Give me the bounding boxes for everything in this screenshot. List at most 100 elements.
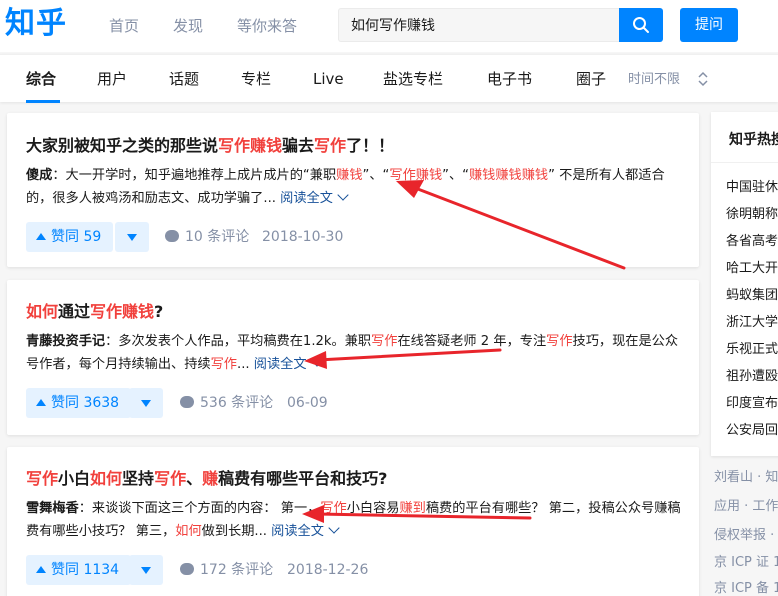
footer-link[interactable]: 京 ICP 证 1 [714, 554, 778, 572]
result-title[interactable]: 大家别被知乎之类的那些说写作赚钱骗去写作了！！ [26, 135, 394, 157]
text-segment: ? [154, 302, 164, 321]
hot-search-item[interactable]: 浙江大学 [726, 314, 778, 332]
hot-search-item[interactable]: 徐明朝称 [726, 206, 778, 224]
read-more-link[interactable]: 阅读全文 [280, 189, 349, 206]
read-more-label: 阅读全文 [280, 191, 333, 206]
keyword-highlight: 写作 [320, 501, 347, 516]
hot-search-item[interactable]: 中国驻休 [726, 179, 778, 197]
ask-question-button[interactable]: 提问 [680, 8, 738, 42]
read-more-link[interactable]: 阅读全文 [254, 355, 323, 372]
text-segment: 在线答疑老师 2 年，专注 [397, 334, 547, 349]
text-segment: ：来谈谈下面这三个方面的内容： 第一， [78, 501, 321, 516]
text-segment: 通过 [58, 302, 91, 321]
comments-link[interactable]: 172 条评论 [180, 555, 273, 585]
hot-search-item[interactable]: 各省高考 [726, 233, 778, 251]
text-segment: ”、“ [442, 168, 469, 183]
search-result-card: 写作小白如何坚持写作、赚稿费有哪些平台和技巧? 雪舞梅香：来谈谈下面这三个方面的… [7, 447, 699, 596]
comments-link[interactable]: 536 条评论 [180, 388, 273, 418]
search-result-card: 大家别被知乎之类的那些说写作赚钱骗去写作了！！ 傻成：大一开学时，知乎遍地推荐上… [7, 113, 699, 267]
upvote-button[interactable]: 赞同 3638 [26, 388, 132, 418]
search-button[interactable] [619, 8, 663, 42]
nav-waiting-answers[interactable]: 等你来答 [237, 16, 297, 36]
read-more-link[interactable]: 阅读全文 [271, 522, 340, 539]
keyword-highlight: 如何 [90, 469, 123, 488]
upvote-icon [36, 233, 46, 240]
keyword-highlight: 如何 [175, 524, 202, 539]
excerpt-text: ：来谈谈下面这三个方面的内容： 第一，写作小白容易赚到稿费的平台有哪些？ 第二，… [26, 501, 681, 539]
comment-icon [180, 563, 194, 575]
keyword-highlight: 写作 [210, 357, 237, 372]
chevron-down-icon [337, 189, 349, 201]
downvote-icon [127, 234, 137, 241]
footer-link[interactable]: 应用 · 工作 [714, 498, 778, 516]
comment-count: 10 条评论 [185, 229, 250, 245]
upvote-button[interactable]: 赞同 59 [26, 222, 114, 252]
footer-link[interactable]: 侵权举报 · [714, 527, 774, 545]
tab-all[interactable]: 综合 [26, 69, 56, 89]
tab-live[interactable]: Live [313, 69, 344, 89]
top-navbar: 知乎 首页 发现 等你来答 提问 [0, 0, 778, 52]
result-excerpt[interactable]: 青藤投资手记：多次发表个人作品，平均稿费在1.2k。兼职写作在线答疑老师 2 年… [26, 330, 686, 376]
hot-search-item[interactable]: 祖孙遭殴 [726, 368, 778, 386]
text-segment: 坚持 [122, 469, 155, 488]
text-segment: ”、“ [362, 168, 390, 183]
search-result-card: 如何通过写作赚钱? 青藤投资手记：多次发表个人作品，平均稿费在1.2k。兼职写作… [7, 280, 699, 435]
nav-discover[interactable]: 发现 [173, 16, 203, 36]
keyword-highlight: 赚钱 [336, 168, 363, 183]
zhihu-logo[interactable]: 知乎 [5, 5, 67, 43]
text-segment: 稿费有哪些平台和技巧? [218, 469, 388, 488]
comment-count: 172 条评论 [200, 562, 274, 578]
hot-search-item[interactable]: 哈工大开 [726, 260, 778, 278]
hot-search-title: 知乎热搜 [729, 132, 778, 148]
downvote-button[interactable] [129, 388, 163, 418]
upvote-count: 赞同 59 [51, 229, 102, 245]
nav-home[interactable]: 首页 [109, 16, 139, 36]
text-segment: ：多次发表个人作品，平均稿费在1.2k。兼职 [105, 334, 372, 349]
keyword-highlight: 写作赚钱 [389, 168, 443, 183]
keyword-highlight: 写作 [546, 334, 573, 349]
time-filter-select[interactable]: 时间不限 [628, 71, 680, 89]
hot-search-item[interactable]: 印度宣布 [726, 395, 778, 413]
author-name[interactable]: 青藤投资手记 [26, 334, 105, 349]
excerpt-text: ：多次发表个人作品，平均稿费在1.2k。兼职写作在线答疑老师 2 年，专注写作技… [26, 334, 678, 372]
comment-icon [165, 230, 179, 242]
result-excerpt[interactable]: 傻成：大一开学时，知乎遍地推荐上成片成片的“兼职赚钱”、“写作赚钱”、“赚钱赚钱… [26, 164, 686, 210]
tab-salt-columns[interactable]: 盐选专栏 [383, 69, 443, 89]
hot-search-item[interactable]: 蚂蚁集团 [726, 287, 778, 305]
upvote-count: 赞同 3638 [51, 395, 120, 411]
chevron-updown-icon[interactable] [697, 70, 709, 88]
text-segment: 小白 [58, 469, 91, 488]
tab-ebooks[interactable]: 电子书 [487, 69, 532, 89]
upvote-button[interactable]: 赞同 1134 [26, 555, 132, 585]
author-name[interactable]: 雪舞梅香 [26, 501, 79, 516]
search-input[interactable] [338, 8, 620, 42]
keyword-highlight: 写作 [154, 469, 187, 488]
downvote-button[interactable] [115, 222, 149, 252]
divider [711, 162, 778, 163]
text-segment: 大家别被知乎之类的那些说 [26, 136, 219, 155]
result-title[interactable]: 写作小白如何坚持写作、赚稿费有哪些平台和技巧? [26, 468, 387, 490]
text-segment: 、 [186, 469, 203, 488]
post-date: 06-09 [287, 395, 328, 411]
result-title[interactable]: 如何通过写作赚钱? [26, 301, 163, 323]
hot-search-item[interactable]: 公安局回 [726, 422, 778, 440]
keyword-highlight: 写作赚钱 [218, 136, 283, 155]
post-date: 2018-10-30 [262, 229, 344, 245]
keyword-highlight: 写作赚钱 [90, 302, 155, 321]
author-name[interactable]: 傻成 [26, 168, 52, 183]
read-more-label: 阅读全文 [271, 524, 324, 539]
tab-users[interactable]: 用户 [97, 69, 127, 89]
tab-topics[interactable]: 话题 [169, 69, 199, 89]
result-excerpt[interactable]: 雪舞梅香：来谈谈下面这三个方面的内容： 第一，写作小白容易赚到稿费的平台有哪些？… [26, 497, 686, 543]
downvote-button[interactable] [129, 555, 163, 585]
search-type-tabs: 综合 用户 话题 专栏 Live 盐选专栏 电子书 圈子 时间不限 [0, 54, 778, 103]
text-segment: 骗去 [282, 136, 315, 155]
comments-link[interactable]: 10 条评论 [165, 222, 249, 252]
footer-link[interactable]: 京 ICP 备 1 [714, 580, 778, 596]
downvote-icon [141, 567, 151, 574]
hot-search-item[interactable]: 乐视正式 [726, 341, 778, 359]
footer-link[interactable]: 刘看山 · 知 [714, 469, 778, 487]
keyword-highlight: 写作 [371, 334, 398, 349]
tab-columns[interactable]: 专栏 [241, 69, 271, 89]
tab-circles[interactable]: 圈子 [576, 69, 606, 89]
